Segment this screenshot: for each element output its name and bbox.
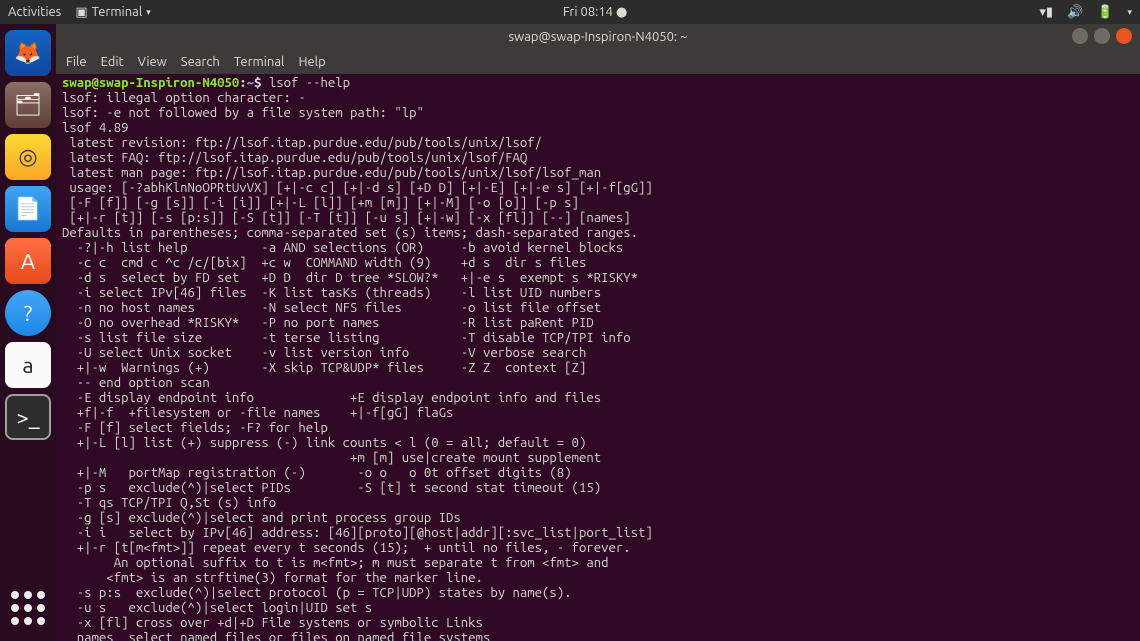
terminal-window: swap@swap-Inspiron-N4050: ~ File Edit Vi…	[56, 24, 1140, 641]
terminal-menubar: File Edit View Search Terminal Help	[56, 50, 1140, 74]
launcher-dock: 🦊 🗂 ◎ 📄 A ? a >_	[0, 24, 56, 641]
close-button[interactable]	[1116, 28, 1132, 44]
window-titlebar[interactable]: swap@swap-Inspiron-N4050: ~	[56, 24, 1140, 50]
minimize-button[interactable]	[1072, 28, 1088, 44]
menu-help[interactable]: Help	[298, 55, 325, 69]
wifi-icon[interactable]: ▾▮	[1039, 5, 1053, 20]
maximize-button[interactable]	[1094, 28, 1110, 44]
launcher-firefox[interactable]: 🦊	[5, 30, 51, 76]
menu-edit[interactable]: Edit	[101, 55, 124, 69]
activities-button[interactable]: Activities	[8, 5, 61, 19]
system-menu-icon[interactable]: ▾	[1127, 7, 1132, 18]
top-panel: Activities ▣ Terminal ▾ Fri 08:14 ● ▾▮ 🔊…	[0, 0, 1140, 24]
volume-icon[interactable]: 🔊	[1067, 5, 1083, 20]
launcher-rhythmbox[interactable]: ◎	[5, 134, 51, 180]
menu-view[interactable]: View	[138, 55, 167, 69]
battery-icon[interactable]: 🔋	[1097, 5, 1113, 20]
terminal-small-icon: ▣	[75, 5, 87, 20]
launcher-software[interactable]: A	[5, 238, 51, 284]
app-menu[interactable]: ▣ Terminal ▾	[75, 5, 150, 20]
launcher-help[interactable]: ?	[5, 290, 51, 336]
launcher-amazon[interactable]: a	[5, 342, 51, 388]
clock[interactable]: Fri 08:14 ●	[563, 5, 628, 19]
launcher-terminal[interactable]: >_	[5, 394, 51, 440]
launcher-writer[interactable]: 📄	[5, 186, 51, 232]
terminal-viewport[interactable]: swap@swap-Inspiron-N4050:~$ lsof --help …	[56, 74, 1140, 641]
menu-terminal[interactable]: Terminal	[234, 55, 285, 69]
launcher-files[interactable]: 🗂	[5, 82, 51, 128]
window-title: swap@swap-Inspiron-N4050: ~	[508, 30, 687, 44]
show-applications-button[interactable]	[5, 585, 51, 631]
menu-file[interactable]: File	[66, 55, 87, 69]
menu-search[interactable]: Search	[181, 55, 220, 69]
